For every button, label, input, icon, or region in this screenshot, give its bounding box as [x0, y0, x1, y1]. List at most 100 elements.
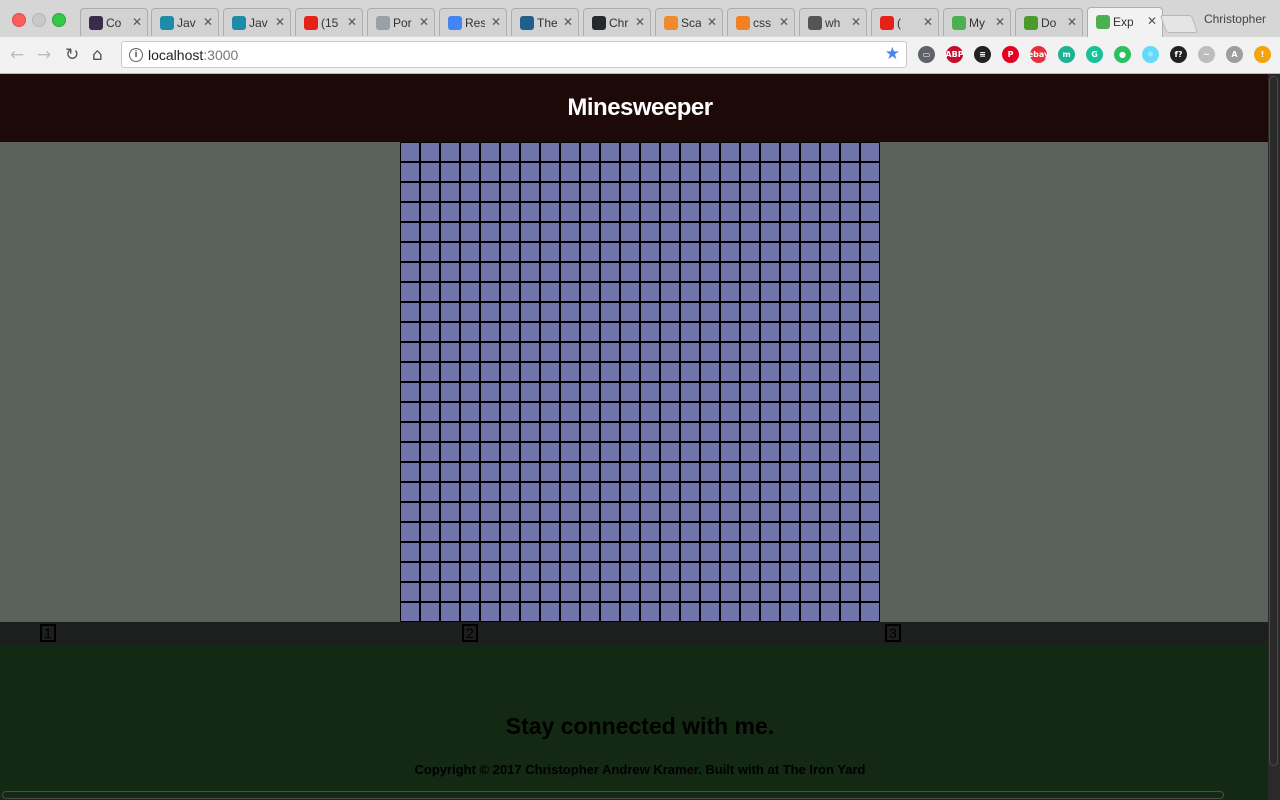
board-cell[interactable] — [820, 502, 840, 522]
board-cell[interactable] — [800, 162, 820, 182]
board-cell[interactable] — [620, 582, 640, 602]
board-cell[interactable] — [560, 542, 580, 562]
board-cell[interactable] — [480, 382, 500, 402]
board-cell[interactable] — [820, 362, 840, 382]
board-cell[interactable] — [420, 522, 440, 542]
board-cell[interactable] — [660, 162, 680, 182]
board-cell[interactable] — [460, 322, 480, 342]
board-cell[interactable] — [440, 162, 460, 182]
board-cell[interactable] — [580, 482, 600, 502]
board-cell[interactable] — [420, 542, 440, 562]
board-cell[interactable] — [800, 382, 820, 402]
board-cell[interactable] — [560, 162, 580, 182]
board-cell[interactable] — [420, 482, 440, 502]
board-cell[interactable] — [840, 282, 860, 302]
board-cell[interactable] — [660, 362, 680, 382]
board-cell[interactable] — [480, 202, 500, 222]
board-cell[interactable] — [720, 342, 740, 362]
board-cell[interactable] — [740, 342, 760, 362]
board-cell[interactable] — [580, 282, 600, 302]
board-cell[interactable] — [540, 202, 560, 222]
board-cell[interactable] — [700, 322, 720, 342]
level-1-button[interactable]: 1 — [40, 624, 56, 642]
board-cell[interactable] — [740, 362, 760, 382]
board-cell[interactable] — [680, 402, 700, 422]
bookmark-star-icon[interactable]: ★ — [885, 44, 900, 64]
board-cell[interactable] — [680, 362, 700, 382]
board-cell[interactable] — [480, 442, 500, 462]
board-cell[interactable] — [780, 262, 800, 282]
board-cell[interactable] — [840, 362, 860, 382]
board-cell[interactable] — [760, 442, 780, 462]
board-cell[interactable] — [840, 482, 860, 502]
board-cell[interactable] — [640, 302, 660, 322]
board-cell[interactable] — [620, 562, 640, 582]
board-cell[interactable] — [560, 462, 580, 482]
board-cell[interactable] — [780, 482, 800, 502]
board-cell[interactable] — [700, 242, 720, 262]
board-cell[interactable] — [520, 242, 540, 262]
maximize-window-button[interactable] — [52, 13, 66, 27]
board-cell[interactable] — [700, 482, 720, 502]
board-cell[interactable] — [640, 602, 660, 622]
board-cell[interactable] — [520, 342, 540, 362]
board-cell[interactable] — [520, 502, 540, 522]
board-cell[interactable] — [840, 542, 860, 562]
board-cell[interactable] — [500, 522, 520, 542]
board-cell[interactable] — [420, 222, 440, 242]
board-cell[interactable] — [440, 282, 460, 302]
board-cell[interactable] — [520, 202, 540, 222]
board-cell[interactable] — [800, 582, 820, 602]
tab-close-icon[interactable]: ✕ — [275, 15, 285, 29]
board-cell[interactable] — [840, 242, 860, 262]
home-icon[interactable]: ⌂ — [92, 45, 103, 65]
board-cell[interactable] — [660, 262, 680, 282]
board-cell[interactable] — [440, 402, 460, 422]
board-cell[interactable] — [420, 262, 440, 282]
board-cell[interactable] — [660, 322, 680, 342]
board-cell[interactable] — [660, 222, 680, 242]
board-cell[interactable] — [820, 142, 840, 162]
board-cell[interactable] — [540, 242, 560, 262]
board-cell[interactable] — [740, 442, 760, 462]
info-icon[interactable]: i — [129, 48, 143, 62]
board-cell[interactable] — [720, 562, 740, 582]
board-cell[interactable] — [420, 602, 440, 622]
board-cell[interactable] — [800, 142, 820, 162]
board-cell[interactable] — [440, 602, 460, 622]
board-cell[interactable] — [460, 142, 480, 162]
board-cell[interactable] — [540, 222, 560, 242]
board-cell[interactable] — [580, 522, 600, 542]
board-cell[interactable] — [700, 362, 720, 382]
board-cell[interactable] — [800, 422, 820, 442]
board-cell[interactable] — [580, 502, 600, 522]
board-cell[interactable] — [420, 502, 440, 522]
board-cell[interactable] — [860, 142, 880, 162]
board-cell[interactable] — [820, 342, 840, 362]
board-cell[interactable] — [760, 482, 780, 502]
board-cell[interactable] — [720, 322, 740, 342]
tab-close-icon[interactable]: ✕ — [923, 15, 933, 29]
feather-icon[interactable]: ~ — [1198, 46, 1215, 63]
board-cell[interactable] — [760, 202, 780, 222]
board-cell[interactable] — [400, 302, 420, 322]
board-cell[interactable] — [700, 202, 720, 222]
board-cell[interactable] — [780, 282, 800, 302]
board-cell[interactable] — [640, 382, 660, 402]
board-cell[interactable] — [620, 442, 640, 462]
board-cell[interactable] — [420, 322, 440, 342]
board-cell[interactable] — [720, 502, 740, 522]
board-cell[interactable] — [580, 362, 600, 382]
board-cell[interactable] — [560, 142, 580, 162]
board-cell[interactable] — [860, 362, 880, 382]
board-cell[interactable] — [640, 282, 660, 302]
vertical-scrollbar[interactable] — [1268, 74, 1280, 800]
board-cell[interactable] — [820, 402, 840, 422]
board-cell[interactable] — [800, 342, 820, 362]
board-cell[interactable] — [620, 242, 640, 262]
board-cell[interactable] — [440, 182, 460, 202]
board-cell[interactable] — [760, 342, 780, 362]
board-cell[interactable] — [440, 242, 460, 262]
board-cell[interactable] — [580, 202, 600, 222]
board-cell[interactable] — [660, 242, 680, 262]
